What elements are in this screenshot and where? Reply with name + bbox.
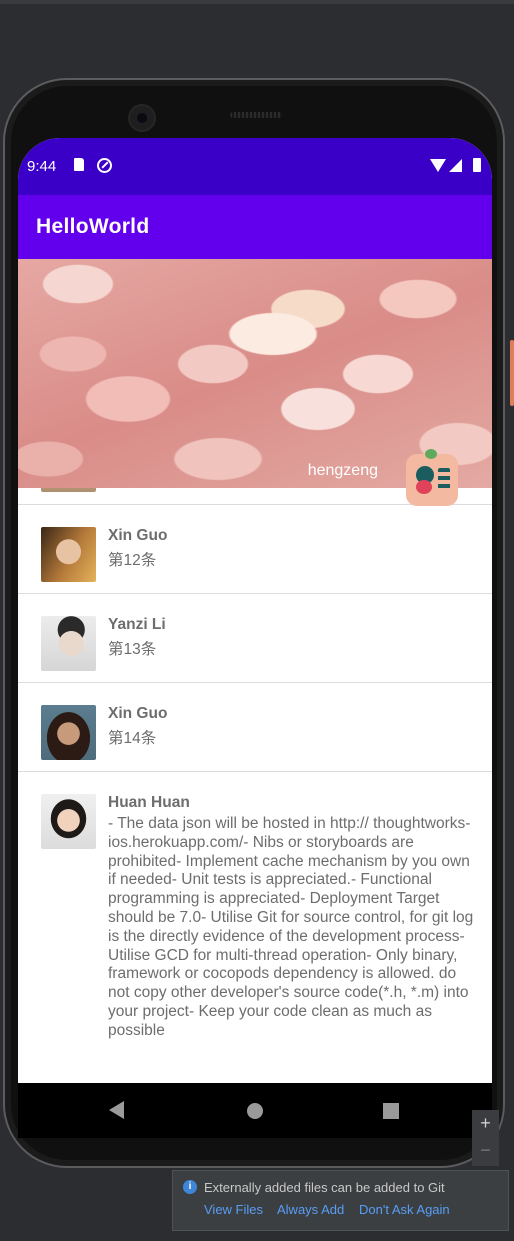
info-icon: i [183,1180,197,1194]
navigation-bar [18,1083,492,1138]
avatar [41,616,96,671]
banner-caption: hengzeng [307,462,378,479]
list-item[interactable]: Huan Huan - The data json will be hosted… [18,772,492,1082]
item-subtitle: 第13条 [108,641,157,658]
top-strip [0,0,514,4]
wifi-icon [430,159,446,172]
item-subtitle: 第12条 [108,552,157,569]
overlay-app-logo-icon [406,449,458,506]
zoom-in-button[interactable]: + [472,1113,499,1137]
notification-message: Externally added files can be added to G… [204,1180,445,1195]
app-bar: HelloWorld [18,195,492,259]
view-files-link[interactable]: View Files [204,1202,263,1217]
dont-ask-again-link[interactable]: Don't Ask Again [359,1202,450,1217]
item-description: - The data json will be hosted in http:/… [108,815,474,1039]
device-screen: 9:44 HelloWorld hengzeng Xin Guo 第12条 Ya… [18,138,492,1138]
item-name: Xin Guo [108,527,168,544]
logo-lines [438,468,450,490]
app-title: HelloWorld [36,215,150,238]
content-area[interactable]: hengzeng Xin Guo 第12条 Yanzi Li 第13条 Xin … [18,259,492,1083]
avatar [41,705,96,760]
status-time: 9:44 [27,158,57,175]
git-notification: i Externally added files can be added to… [172,1170,509,1231]
sd-card-icon [74,158,84,171]
cell-signal-icon [449,159,462,172]
always-add-link[interactable]: Always Add [277,1202,344,1217]
avatar [41,527,96,582]
item-name: Xin Guo [108,705,168,722]
zoom-out-button[interactable]: − [472,1140,499,1164]
list-item[interactable]: Xin Guo 第12条 [18,505,492,594]
recent-apps-icon[interactable] [383,1103,399,1119]
zoom-controls: + − [472,1110,499,1166]
item-list[interactable]: Xin Guo 第12条 Yanzi Li 第13条 Xin Guo 第14条 … [18,468,492,1082]
back-icon[interactable] [109,1101,124,1119]
logo-leaf [425,449,437,459]
side-button[interactable] [510,340,514,406]
item-name: Huan Huan [108,794,190,811]
item-name: Yanzi Li [108,616,166,633]
item-subtitle: 第14条 [108,730,157,747]
battery-icon [473,158,481,172]
earpiece-speaker [230,112,282,118]
avatar [41,794,96,849]
sync-icon [97,158,112,173]
list-item[interactable]: Yanzi Li 第13条 [18,594,492,683]
status-bar: 9:44 [18,138,492,195]
home-icon[interactable] [247,1103,263,1119]
list-item[interactable]: Xin Guo 第14条 [18,683,492,772]
front-camera [128,104,156,132]
